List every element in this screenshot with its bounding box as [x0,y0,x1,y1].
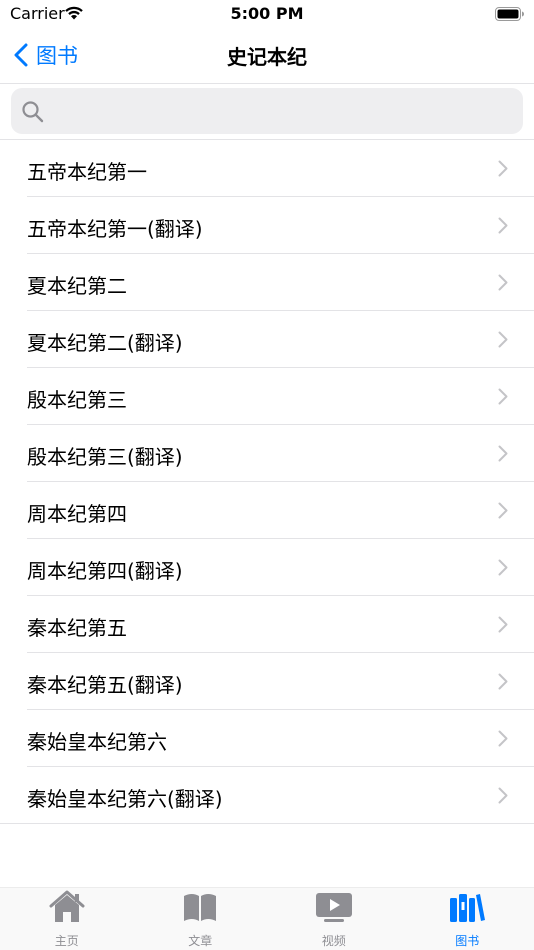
list-item-label: 秦始皇本纪第六(翻译) [27,787,223,811]
list-item-label: 夏本纪第二(翻译) [27,331,183,355]
chevron-right-icon [498,730,508,747]
tab-label: 文章 [188,934,213,948]
list-item-label: 秦本纪第五 [27,616,127,640]
list-item[interactable]: 夏本纪第二 [0,254,534,311]
list-item-label: 秦始皇本纪第六 [27,730,167,754]
list-item[interactable]: 五帝本纪第一(翻译) [0,197,534,254]
tab-bar: 主页 文章 视频 图书 [0,887,534,950]
search-icon [22,101,44,123]
list-item[interactable]: 秦本纪第五 [0,596,534,653]
list-item-label: 秦本纪第五(翻译) [27,673,183,697]
list-item[interactable]: 秦始皇本纪第六 [0,710,534,767]
tab-home[interactable]: 主页 [0,890,134,948]
list-item-label: 周本纪第四 [27,502,127,526]
chevron-right-icon [498,502,508,519]
tab-label: 图书 [455,934,480,948]
battery-icon [495,6,525,25]
list-item[interactable]: 五帝本纪第一 [0,140,534,197]
chevron-right-icon [498,673,508,690]
search-input[interactable] [55,88,519,136]
chevron-right-icon [498,331,508,348]
tab-articles[interactable]: 文章 [134,890,268,948]
book-open-icon [184,894,217,921]
video-play-icon [315,893,352,922]
list-item-label: 五帝本纪第一(翻译) [27,217,203,241]
chevron-right-icon [498,160,508,177]
tab-videos[interactable]: 视频 [267,890,401,948]
chevron-right-icon [498,787,508,804]
list-item-label: 殷本纪第三 [27,388,127,412]
list-item-label: 周本纪第四(翻译) [27,559,183,583]
status-bar: Carrier 5:00 PM [0,0,534,28]
list-item[interactable]: 周本纪第四(翻译) [0,539,534,596]
list-item[interactable]: 夏本纪第二(翻译) [0,311,534,368]
list-item[interactable]: 周本纪第四 [0,482,534,539]
chevron-right-icon [498,274,508,291]
tab-books[interactable]: 图书 [401,890,534,948]
page-title: 史记本纪 [227,45,307,69]
navigation-bar: 图书 史记本纪 [0,28,534,84]
list-item-label: 殷本纪第三(翻译) [27,445,183,469]
home-icon [49,890,85,922]
list-item[interactable]: 秦始皇本纪第六(翻译) [0,767,534,824]
books-icon [450,894,486,922]
list-item[interactable]: 秦本纪第五(翻译) [0,653,534,710]
chapter-list: 五帝本纪第一 五帝本纪第一(翻译) 夏本纪第二 夏本纪第二(翻译) 殷本纪第三 … [0,140,534,824]
list-item[interactable]: 殷本纪第三(翻译) [0,425,534,482]
row-divider [0,823,534,824]
list-item[interactable]: 殷本纪第三 [0,368,534,425]
tab-label: 主页 [54,934,79,948]
chevron-right-icon [498,445,508,462]
search-bar[interactable] [11,88,523,136]
list-item-label: 夏本纪第二 [27,274,127,298]
list-item-label: 五帝本纪第一 [27,160,147,184]
chevron-right-icon [498,217,508,234]
chevron-right-icon [498,616,508,633]
status-time: 5:00 PM [230,4,304,23]
tab-label: 视频 [321,934,346,948]
chevron-right-icon [498,388,508,405]
chevron-right-icon [498,559,508,576]
